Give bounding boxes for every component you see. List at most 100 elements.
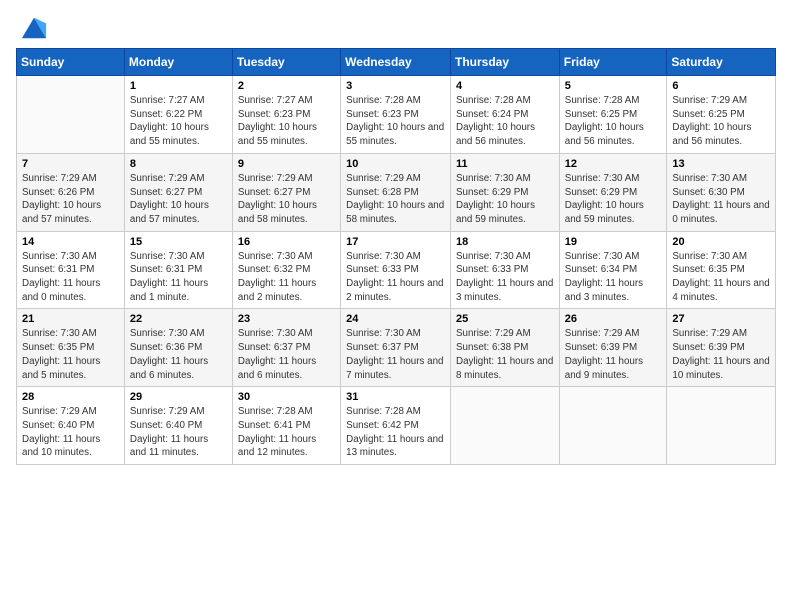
day-number: 14 (22, 236, 119, 248)
day-info: Sunrise: 7:29 AMSunset: 6:25 PMDaylight:… (672, 94, 770, 149)
day-number: 22 (130, 313, 227, 325)
day-number: 13 (672, 158, 770, 170)
day-cell: 9Sunrise: 7:29 AMSunset: 6:27 PMDaylight… (232, 153, 340, 231)
day-info: Sunrise: 7:29 AMSunset: 6:28 PMDaylight:… (346, 172, 445, 227)
day-cell: 3Sunrise: 7:28 AMSunset: 6:23 PMDaylight… (341, 76, 451, 154)
day-number: 29 (130, 391, 227, 403)
calendar-body: 1 Sunrise: 7:27 AMSunset: 6:22 PMDaylight… (17, 76, 776, 465)
day-number: 1 (130, 80, 227, 92)
day-info: Sunrise: 7:29 AMSunset: 6:40 PMDaylight:… (130, 405, 227, 460)
day-info: Sunrise: 7:28 AMSunset: 6:42 PMDaylight:… (346, 405, 445, 460)
day-number: 27 (672, 313, 770, 325)
day-number: 18 (456, 236, 554, 248)
day-info: Sunrise: 7:30 AMSunset: 6:31 PMDaylight:… (22, 250, 119, 305)
day-number: 2 (238, 80, 335, 92)
day-number: 24 (346, 313, 445, 325)
column-header-tuesday: Tuesday (232, 49, 340, 76)
day-cell: 16 Sunrise: 7:30 AMSunset: 6:32 PMDayligh… (232, 231, 340, 309)
day-info: Sunrise: 7:30 AMSunset: 6:33 PMDaylight:… (346, 250, 445, 305)
day-info: Sunrise: 7:27 AMSunset: 6:22 PMDaylight:… (130, 94, 227, 149)
day-cell: 23Sunrise: 7:30 AMSunset: 6:37 PMDayligh… (232, 309, 340, 387)
day-cell: 11 Sunrise: 7:30 AMSunset: 6:29 PMDayligh… (451, 153, 560, 231)
day-info: Sunrise: 7:30 AMSunset: 6:33 PMDaylight:… (456, 250, 554, 305)
day-number: 8 (130, 158, 227, 170)
column-header-monday: Monday (124, 49, 232, 76)
day-number: 30 (238, 391, 335, 403)
column-header-friday: Friday (559, 49, 667, 76)
day-cell (559, 387, 667, 465)
day-info: Sunrise: 7:29 AMSunset: 6:26 PMDaylight:… (22, 172, 119, 227)
week-row-4: 21 Sunrise: 7:30 AMSunset: 6:35 PMDayligh… (17, 309, 776, 387)
day-info: Sunrise: 7:30 AMSunset: 6:36 PMDaylight:… (130, 327, 227, 382)
week-row-1: 1 Sunrise: 7:27 AMSunset: 6:22 PMDaylight… (17, 76, 776, 154)
calendar-header: SundayMondayTuesdayWednesdayThursdayFrid… (17, 49, 776, 76)
day-cell: 20 Sunrise: 7:30 AMSunset: 6:35 PMDayligh… (667, 231, 776, 309)
day-number: 7 (22, 158, 119, 170)
day-number: 26 (565, 313, 662, 325)
week-row-3: 14 Sunrise: 7:30 AMSunset: 6:31 PMDayligh… (17, 231, 776, 309)
day-info: Sunrise: 7:30 AMSunset: 6:35 PMDaylight:… (22, 327, 119, 382)
day-cell: 12 Sunrise: 7:30 AMSunset: 6:29 PMDayligh… (559, 153, 667, 231)
day-cell: 24Sunrise: 7:30 AMSunset: 6:37 PMDayligh… (341, 309, 451, 387)
column-header-sunday: Sunday (17, 49, 125, 76)
day-info: Sunrise: 7:30 AMSunset: 6:35 PMDaylight:… (672, 250, 770, 305)
day-cell: 31 Sunrise: 7:28 AMSunset: 6:42 PMDayligh… (341, 387, 451, 465)
header-row: SundayMondayTuesdayWednesdayThursdayFrid… (17, 49, 776, 76)
day-number: 9 (238, 158, 335, 170)
day-cell: 26 Sunrise: 7:29 AMSunset: 6:39 PMDayligh… (559, 309, 667, 387)
day-cell: 10 Sunrise: 7:29 AMSunset: 6:28 PMDayligh… (341, 153, 451, 231)
day-info: Sunrise: 7:30 AMSunset: 6:30 PMDaylight:… (672, 172, 770, 227)
day-cell: 21 Sunrise: 7:30 AMSunset: 6:35 PMDayligh… (17, 309, 125, 387)
day-cell: 2 Sunrise: 7:27 AMSunset: 6:23 PMDaylight… (232, 76, 340, 154)
day-number: 20 (672, 236, 770, 248)
day-cell: 1 Sunrise: 7:27 AMSunset: 6:22 PMDaylight… (124, 76, 232, 154)
day-info: Sunrise: 7:28 AMSunset: 6:41 PMDaylight:… (238, 405, 335, 460)
day-info: Sunrise: 7:29 AMSunset: 6:40 PMDaylight:… (22, 405, 119, 460)
day-number: 11 (456, 158, 554, 170)
day-cell: 28 Sunrise: 7:29 AMSunset: 6:40 PMDayligh… (17, 387, 125, 465)
day-info: Sunrise: 7:29 AMSunset: 6:39 PMDaylight:… (565, 327, 662, 382)
day-number: 3 (346, 80, 445, 92)
day-cell (451, 387, 560, 465)
day-cell: 18 Sunrise: 7:30 AMSunset: 6:33 PMDayligh… (451, 231, 560, 309)
week-row-5: 28 Sunrise: 7:29 AMSunset: 6:40 PMDayligh… (17, 387, 776, 465)
day-cell: 6 Sunrise: 7:29 AMSunset: 6:25 PMDaylight… (667, 76, 776, 154)
day-number: 4 (456, 80, 554, 92)
day-info: Sunrise: 7:29 AMSunset: 6:38 PMDaylight:… (456, 327, 554, 382)
day-info: Sunrise: 7:30 AMSunset: 6:29 PMDaylight:… (456, 172, 554, 227)
day-cell: 8 Sunrise: 7:29 AMSunset: 6:27 PMDaylight… (124, 153, 232, 231)
column-header-saturday: Saturday (667, 49, 776, 76)
day-info: Sunrise: 7:29 AMSunset: 6:27 PMDaylight:… (130, 172, 227, 227)
day-number: 10 (346, 158, 445, 170)
day-cell: 13 Sunrise: 7:30 AMSunset: 6:30 PMDayligh… (667, 153, 776, 231)
day-info: Sunrise: 7:30 AMSunset: 6:32 PMDaylight:… (238, 250, 335, 305)
day-cell (667, 387, 776, 465)
day-number: 16 (238, 236, 335, 248)
day-number: 21 (22, 313, 119, 325)
day-number: 19 (565, 236, 662, 248)
day-info: Sunrise: 7:29 AMSunset: 6:39 PMDaylight:… (672, 327, 770, 382)
day-cell (17, 76, 125, 154)
day-cell: 4 Sunrise: 7:28 AMSunset: 6:24 PMDaylight… (451, 76, 560, 154)
day-cell: 29 Sunrise: 7:29 AMSunset: 6:40 PMDayligh… (124, 387, 232, 465)
day-number: 12 (565, 158, 662, 170)
day-number: 28 (22, 391, 119, 403)
day-number: 17 (346, 236, 445, 248)
day-cell: 22 Sunrise: 7:30 AMSunset: 6:36 PMDayligh… (124, 309, 232, 387)
day-number: 6 (672, 80, 770, 92)
day-number: 5 (565, 80, 662, 92)
day-number: 31 (346, 391, 445, 403)
logo-icon (20, 14, 48, 42)
day-info: Sunrise: 7:30 AMSunset: 6:37 PMDaylight:… (238, 327, 335, 382)
header (16, 10, 776, 42)
column-header-thursday: Thursday (451, 49, 560, 76)
column-header-wednesday: Wednesday (341, 49, 451, 76)
day-cell: 19Sunrise: 7:30 AMSunset: 6:34 PMDayligh… (559, 231, 667, 309)
day-cell: 17 Sunrise: 7:30 AMSunset: 6:33 PMDayligh… (341, 231, 451, 309)
day-info: Sunrise: 7:27 AMSunset: 6:23 PMDaylight:… (238, 94, 335, 149)
day-info: Sunrise: 7:28 AMSunset: 6:24 PMDaylight:… (456, 94, 554, 149)
calendar-table: SundayMondayTuesdayWednesdayThursdayFrid… (16, 48, 776, 465)
logo (16, 14, 48, 42)
day-info: Sunrise: 7:30 AMSunset: 6:29 PMDaylight:… (565, 172, 662, 227)
day-info: Sunrise: 7:28 AMSunset: 6:25 PMDaylight:… (565, 94, 662, 149)
